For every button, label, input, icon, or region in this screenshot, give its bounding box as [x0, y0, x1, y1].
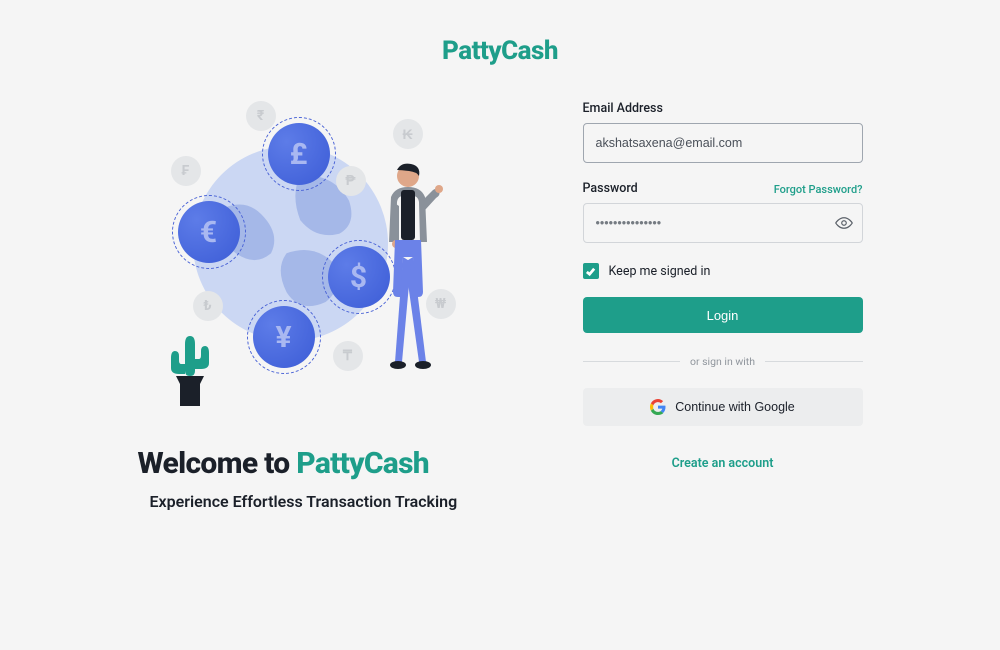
- keep-signed-label: Keep me signed in: [609, 264, 711, 279]
- coin-small-icon: ₹: [246, 101, 276, 131]
- illustration: £ € $ ¥ ₹ ₭ ₣ ₱ ₺ ₩ ₸: [138, 101, 518, 421]
- google-button-label: Continue with Google: [675, 400, 795, 414]
- google-signin-button[interactable]: Continue with Google: [583, 388, 863, 426]
- person-icon: [373, 162, 443, 387]
- password-input[interactable]: [583, 203, 863, 243]
- forgot-password-link[interactable]: Forgot Password?: [774, 183, 863, 196]
- pound-coin-icon: £: [268, 123, 330, 185]
- welcome-heading: Welcome to PattyCash: [138, 446, 518, 482]
- euro-coin-icon: €: [178, 201, 240, 263]
- welcome-brand: PattyCash: [296, 446, 429, 481]
- create-account-link[interactable]: Create an account: [583, 456, 863, 471]
- google-icon: [650, 399, 666, 415]
- coin-small-icon: ₭: [393, 119, 423, 149]
- divider-text: or sign in with: [690, 355, 755, 368]
- keep-signed-checkbox[interactable]: [583, 263, 599, 279]
- brand-logo: PattyCash: [0, 36, 1000, 66]
- login-form: Email Address Password Forgot Password?: [583, 101, 863, 511]
- eye-icon[interactable]: [835, 214, 853, 232]
- divider: or sign in with: [583, 355, 863, 368]
- marketing-panel: £ € $ ¥ ₹ ₭ ₣ ₱ ₺ ₩ ₸: [138, 101, 518, 511]
- password-label: Password: [583, 181, 638, 196]
- email-input[interactable]: [583, 123, 863, 163]
- welcome-prefix: Welcome to: [138, 446, 297, 481]
- coin-small-icon: ₱: [336, 166, 366, 196]
- yen-coin-icon: ¥: [253, 306, 315, 368]
- coin-small-icon: ₣: [171, 156, 201, 186]
- welcome-subhead: Experience Effortless Transaction Tracki…: [138, 492, 518, 511]
- coin-small-icon: ₸: [333, 341, 363, 371]
- email-label: Email Address: [583, 101, 663, 116]
- cactus-icon: [163, 326, 218, 411]
- login-button[interactable]: Login: [583, 297, 863, 333]
- coin-small-icon: ₺: [193, 291, 223, 321]
